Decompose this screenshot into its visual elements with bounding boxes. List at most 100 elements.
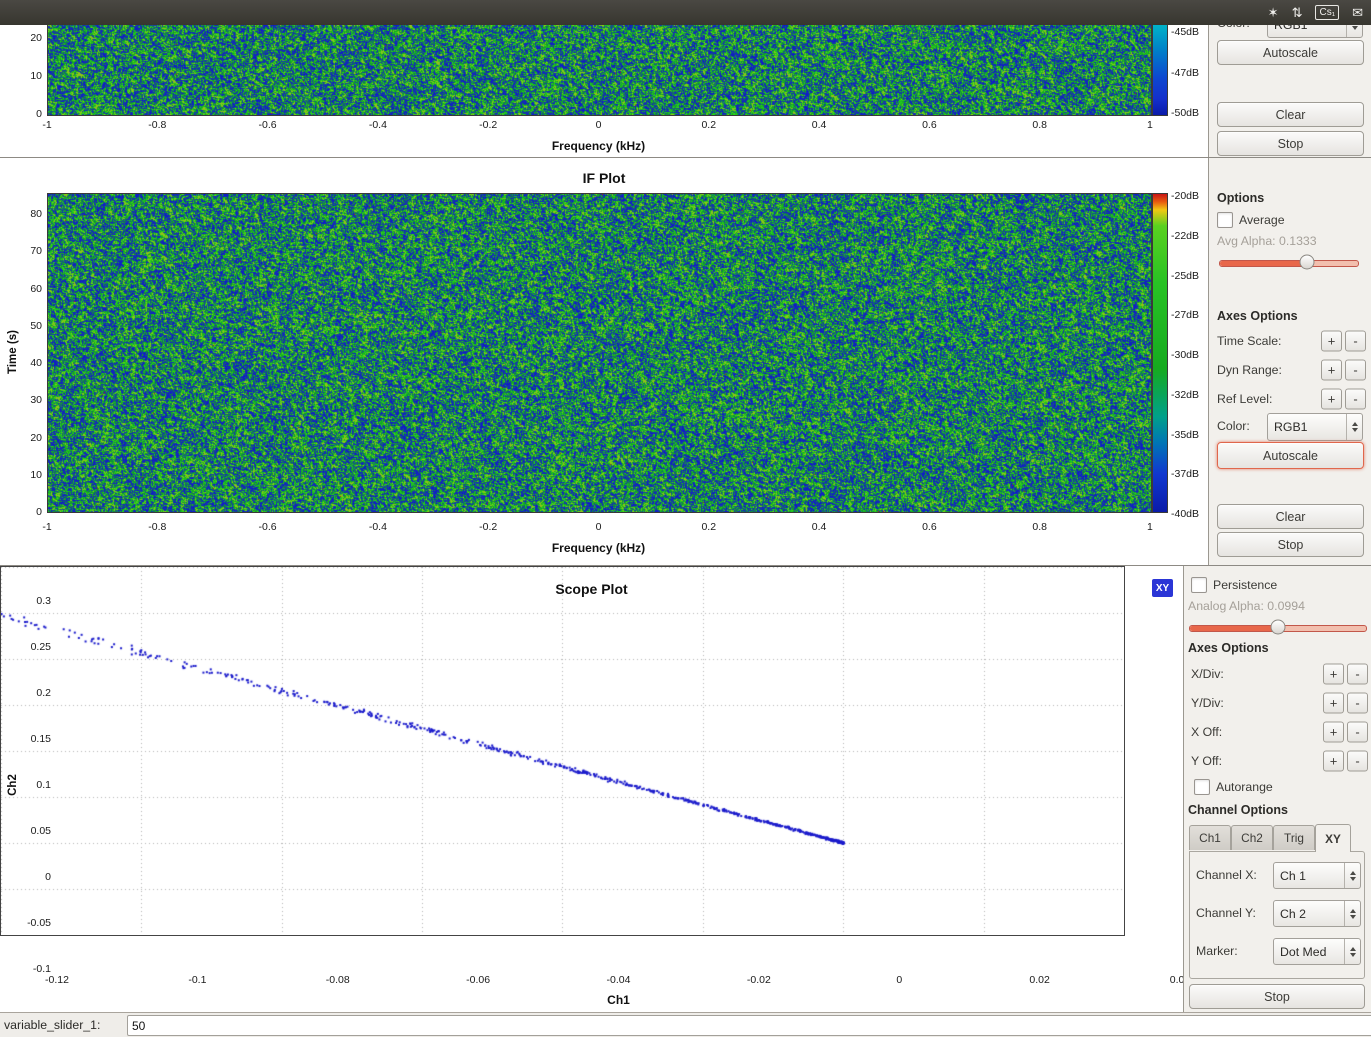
- average-checkbox-row: Average: [1217, 212, 1285, 228]
- increment-button[interactable]: +: [1323, 692, 1344, 713]
- network-indicator-icon[interactable]: ✶: [1268, 5, 1279, 21]
- mail-indicator-icon[interactable]: ✉: [1352, 5, 1363, 21]
- x-tick-label: 0.8: [1020, 119, 1060, 131]
- y-axis-label: Time (s): [7, 302, 21, 402]
- tab-ch2[interactable]: Ch2: [1231, 825, 1273, 850]
- color-combobox[interactable]: RGB1: [1267, 25, 1363, 38]
- x-tick-label: 0.6: [909, 119, 949, 131]
- persistence-checkbox-row: Persistence: [1191, 577, 1277, 593]
- spinner-arrows-icon: [1344, 901, 1360, 926]
- decrement-button[interactable]: -: [1345, 359, 1366, 380]
- spinner-arrows-icon: [1344, 939, 1360, 964]
- increment-button[interactable]: +: [1321, 359, 1342, 380]
- color-combobox[interactable]: RGB1: [1267, 413, 1363, 441]
- autorange-checkbox[interactable]: [1194, 779, 1210, 795]
- increment-button[interactable]: +: [1321, 330, 1342, 351]
- autoscale-button[interactable]: Autoscale: [1217, 40, 1364, 65]
- top-spectrogram-section: 20100 -1-0.8-0.6-0.4-0.200.20.40.60.81 F…: [0, 25, 1371, 157]
- if-waterfall-canvas[interactable]: [47, 193, 1152, 513]
- titlebar[interactable]: ✶ ⇅ Cs₁ ✉: [0, 0, 1371, 26]
- x-tick-label: -0.6: [248, 521, 288, 533]
- control-panel-scope: Persistence Analog Alpha: 0.0994 Axes Op…: [1183, 566, 1371, 1013]
- average-checkbox[interactable]: [1217, 212, 1233, 228]
- y-tick-label: 0.15: [13, 731, 51, 747]
- x-tick-label: -0.12: [35, 974, 79, 986]
- keyboard-layout-indicator[interactable]: Cs₁: [1315, 5, 1339, 20]
- increment-button[interactable]: +: [1321, 388, 1342, 409]
- axes-option-row: X/Div: + -: [1184, 659, 1371, 688]
- slider-track[interactable]: [1219, 260, 1359, 267]
- axes-option-label: X/Div:: [1191, 667, 1224, 681]
- average-checkbox-label: Average: [1239, 213, 1285, 227]
- axes-option-label: Y/Div:: [1191, 696, 1224, 710]
- spectrogram-canvas-top[interactable]: [47, 25, 1152, 116]
- x-tick-label: 0: [578, 119, 618, 131]
- decrement-button[interactable]: -: [1345, 330, 1366, 351]
- system-indicators: ✶ ⇅ Cs₁ ✉: [1268, 0, 1363, 25]
- clear-button[interactable]: Clear: [1217, 504, 1364, 529]
- autoscale-button[interactable]: Autoscale: [1217, 442, 1364, 469]
- y-tick-label: 0.25: [13, 639, 51, 655]
- x-tick-label: -0.04: [597, 974, 641, 986]
- analog-alpha-slider[interactable]: [1189, 620, 1367, 634]
- y-tick-label: 0.1: [13, 777, 51, 793]
- increment-button[interactable]: +: [1323, 663, 1344, 684]
- autorange-checkbox-row: Autorange: [1194, 779, 1273, 795]
- slider-handle[interactable]: [1271, 620, 1286, 635]
- slider-fill: [1220, 261, 1307, 266]
- stop-button[interactable]: Stop: [1217, 131, 1364, 156]
- if-plot-section: IF Plot Time (s) 80706050403020100 -1-0.…: [0, 157, 1371, 565]
- y-tick-label: 80: [20, 206, 42, 222]
- slider-handle[interactable]: [1300, 255, 1315, 270]
- clear-button[interactable]: Clear: [1217, 102, 1364, 127]
- x-tick-label: 0.2: [689, 119, 729, 131]
- y-tick-label: 0.2: [13, 685, 51, 701]
- color-label: Color:: [1217, 25, 1250, 30]
- y-tick-label: 0: [13, 869, 51, 885]
- decrement-button[interactable]: -: [1347, 663, 1368, 684]
- decrement-button[interactable]: -: [1347, 721, 1368, 742]
- x-tick-label: 0.8: [1020, 521, 1060, 533]
- axes-options-heading: Axes Options: [1188, 641, 1269, 655]
- stop-button[interactable]: Stop: [1217, 532, 1364, 557]
- tab-ch1[interactable]: Ch1: [1189, 825, 1231, 850]
- y-tick-label: 0.05: [13, 823, 51, 839]
- channel-y-label: Channel Y:: [1196, 906, 1256, 920]
- scope-xy-canvas[interactable]: [0, 566, 1125, 936]
- sync-indicator-icon[interactable]: ⇅: [1292, 5, 1303, 21]
- autorange-checkbox-label: Autorange: [1216, 780, 1273, 794]
- x-tick-label: -0.2: [468, 119, 508, 131]
- x-tick-label: -0.08: [316, 974, 360, 986]
- x-tick-label: -0.8: [137, 119, 177, 131]
- spinner-arrows-icon: [1344, 863, 1360, 888]
- avg-alpha-slider[interactable]: [1219, 255, 1359, 269]
- application-window: ✶ ⇅ Cs₁ ✉ 20100 -1-0.8-0.6-0.4-0.200.20.…: [0, 0, 1371, 1037]
- y-tick-label: 10: [24, 68, 42, 84]
- decrement-button[interactable]: -: [1347, 692, 1368, 713]
- marker-combobox[interactable]: Dot Med: [1273, 938, 1361, 965]
- increment-button[interactable]: +: [1323, 750, 1344, 771]
- stop-button[interactable]: Stop: [1189, 984, 1365, 1009]
- decrement-button[interactable]: -: [1345, 388, 1366, 409]
- x-tick-label: -0.6: [248, 119, 288, 131]
- increment-button[interactable]: +: [1323, 721, 1344, 742]
- tab-xy[interactable]: XY: [1315, 824, 1351, 852]
- y-tick-label: 50: [20, 318, 42, 334]
- decrement-button[interactable]: -: [1347, 750, 1368, 771]
- y-tick-label: 70: [20, 243, 42, 259]
- axes-option-row: Ref Level: + -: [1209, 384, 1371, 413]
- axes-option-label: Ref Level:: [1217, 392, 1272, 406]
- tab-trig[interactable]: Trig: [1273, 825, 1315, 850]
- x-tick-label: 0: [578, 521, 618, 533]
- channel-y-combobox[interactable]: Ch 2: [1273, 900, 1361, 927]
- x-tick-label: -0.2: [468, 521, 508, 533]
- variable-slider-value-input[interactable]: [127, 1015, 1371, 1036]
- y-axis-ticks: 80706050403020100: [20, 206, 42, 520]
- channel-x-value: Ch 1: [1274, 869, 1344, 883]
- channel-x-combobox[interactable]: Ch 1: [1273, 862, 1361, 889]
- persistence-checkbox[interactable]: [1191, 577, 1207, 593]
- x-tick-label: 0.2: [689, 521, 729, 533]
- x-tick-label: 0.02: [1018, 974, 1062, 986]
- channel-options-heading: Channel Options: [1188, 803, 1288, 817]
- x-tick-label: -0.8: [137, 521, 177, 533]
